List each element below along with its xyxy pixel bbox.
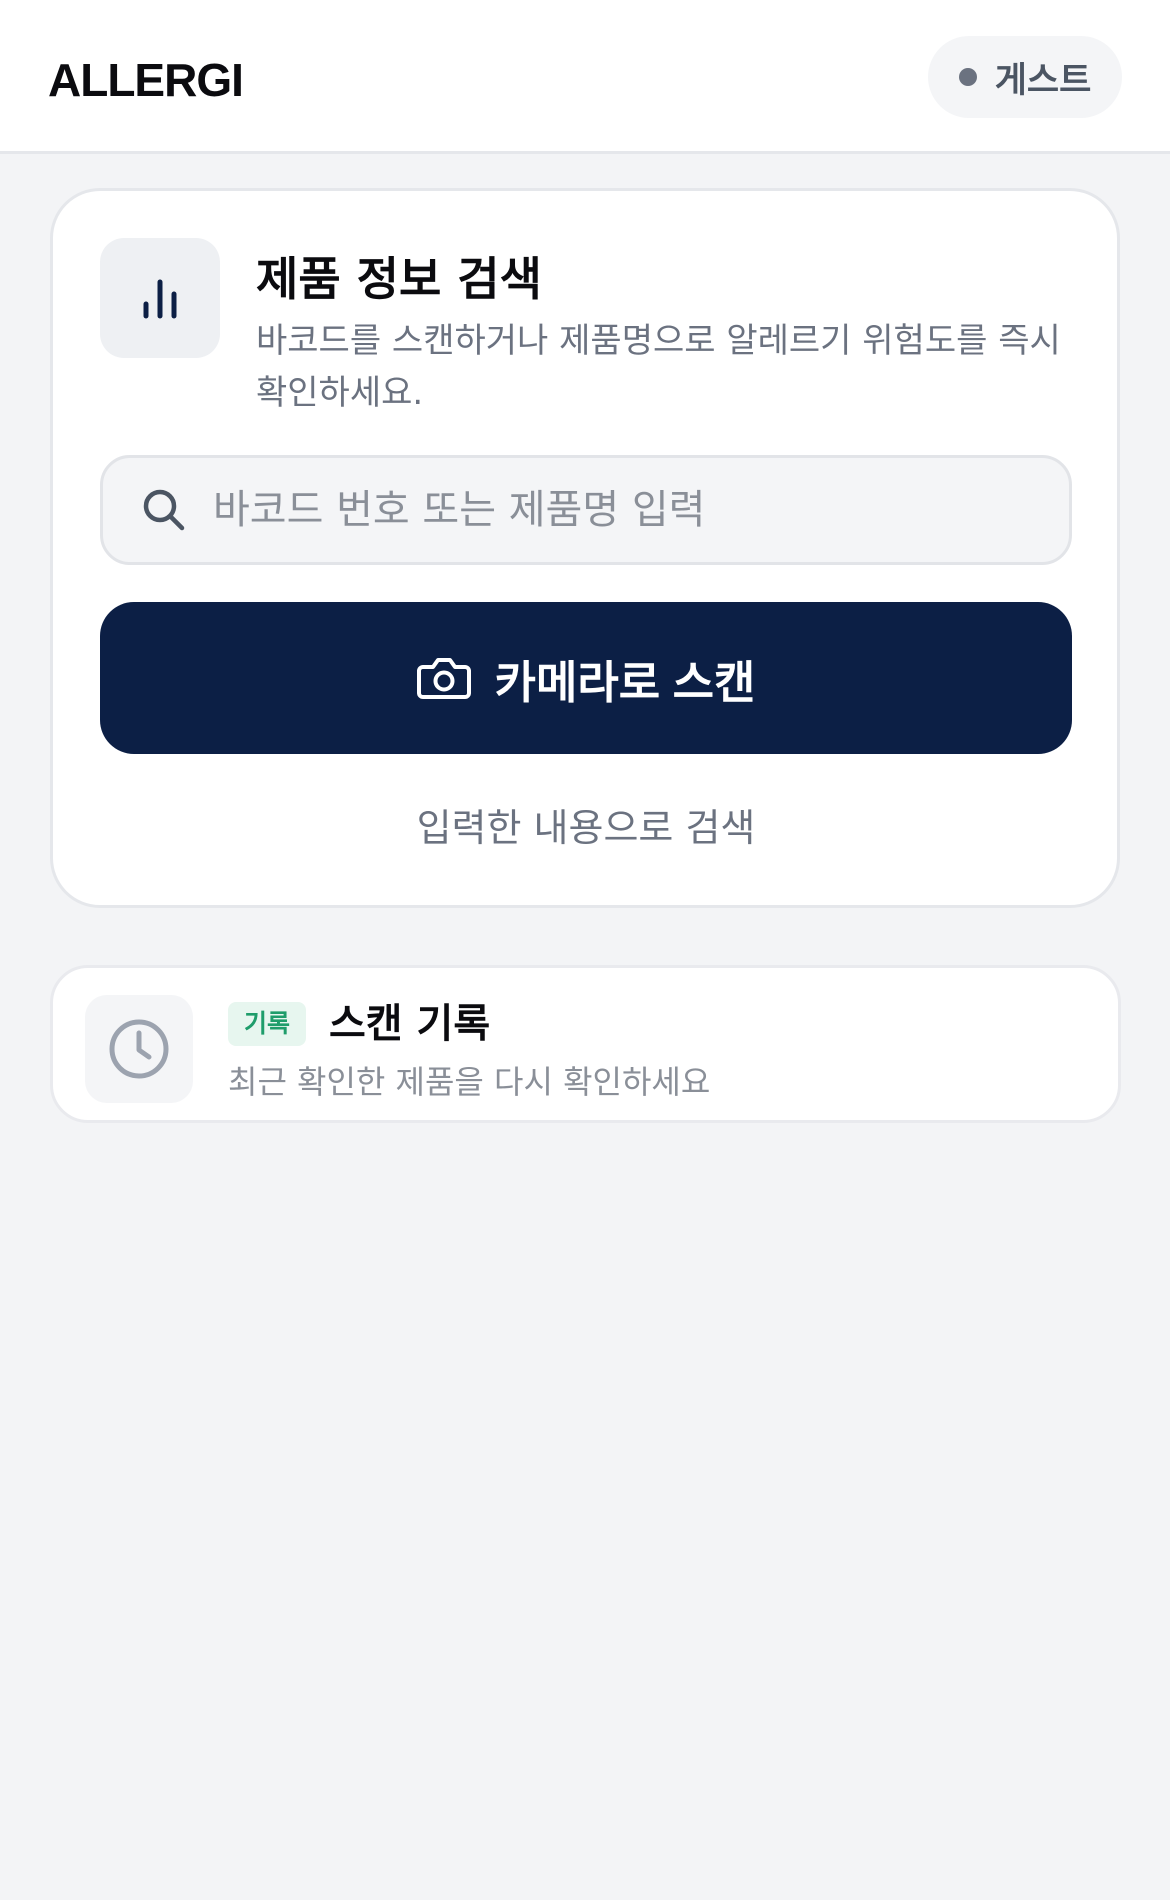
bar-chart-icon-svg (143, 279, 177, 319)
user-status-pill[interactable]: 게스트 (928, 36, 1122, 118)
camera-scan-button[interactable]: 카메라로 스캔 (100, 602, 1072, 754)
search-input[interactable] (213, 458, 1069, 562)
status-dot-icon (958, 68, 977, 86)
search-icon (143, 489, 185, 531)
card-title: 제품 정보 검색 (256, 252, 542, 306)
app-header: ALLERGI 게스트 (0, 0, 1170, 154)
app-logo[interactable]: ALLERGI (48, 50, 244, 110)
history-badge: 기록 (228, 1002, 307, 1046)
camera-icon (416, 658, 471, 699)
scan-history-card[interactable]: 기록 스캔 기록 최근 확인한 제품을 다시 확인하세요 (50, 965, 1121, 1123)
user-label: 게스트 (994, 60, 1092, 101)
history-title: 스캔 기록 (329, 1001, 491, 1047)
search-field[interactable] (100, 455, 1072, 565)
card-description: 바코드를 스캔하거나 제품명으로 알레르기 위험도를 즉시 확인하세요. (256, 321, 1061, 413)
scan-button-label: 카메라로 스캔 (494, 656, 756, 708)
text-search-button[interactable]: 입력한 내용으로 검색 (100, 789, 1072, 859)
clock-icon-svg (109, 1019, 169, 1079)
clock-icon (85, 995, 193, 1103)
history-description: 최근 확인한 제품을 다시 확인하세요 (228, 1063, 711, 1101)
bar-chart-icon (100, 238, 220, 358)
product-search-card: 제품 정보 검색 바코드를 스캔하거나 제품명으로 알레르기 위험도를 즉시 확… (50, 188, 1120, 908)
